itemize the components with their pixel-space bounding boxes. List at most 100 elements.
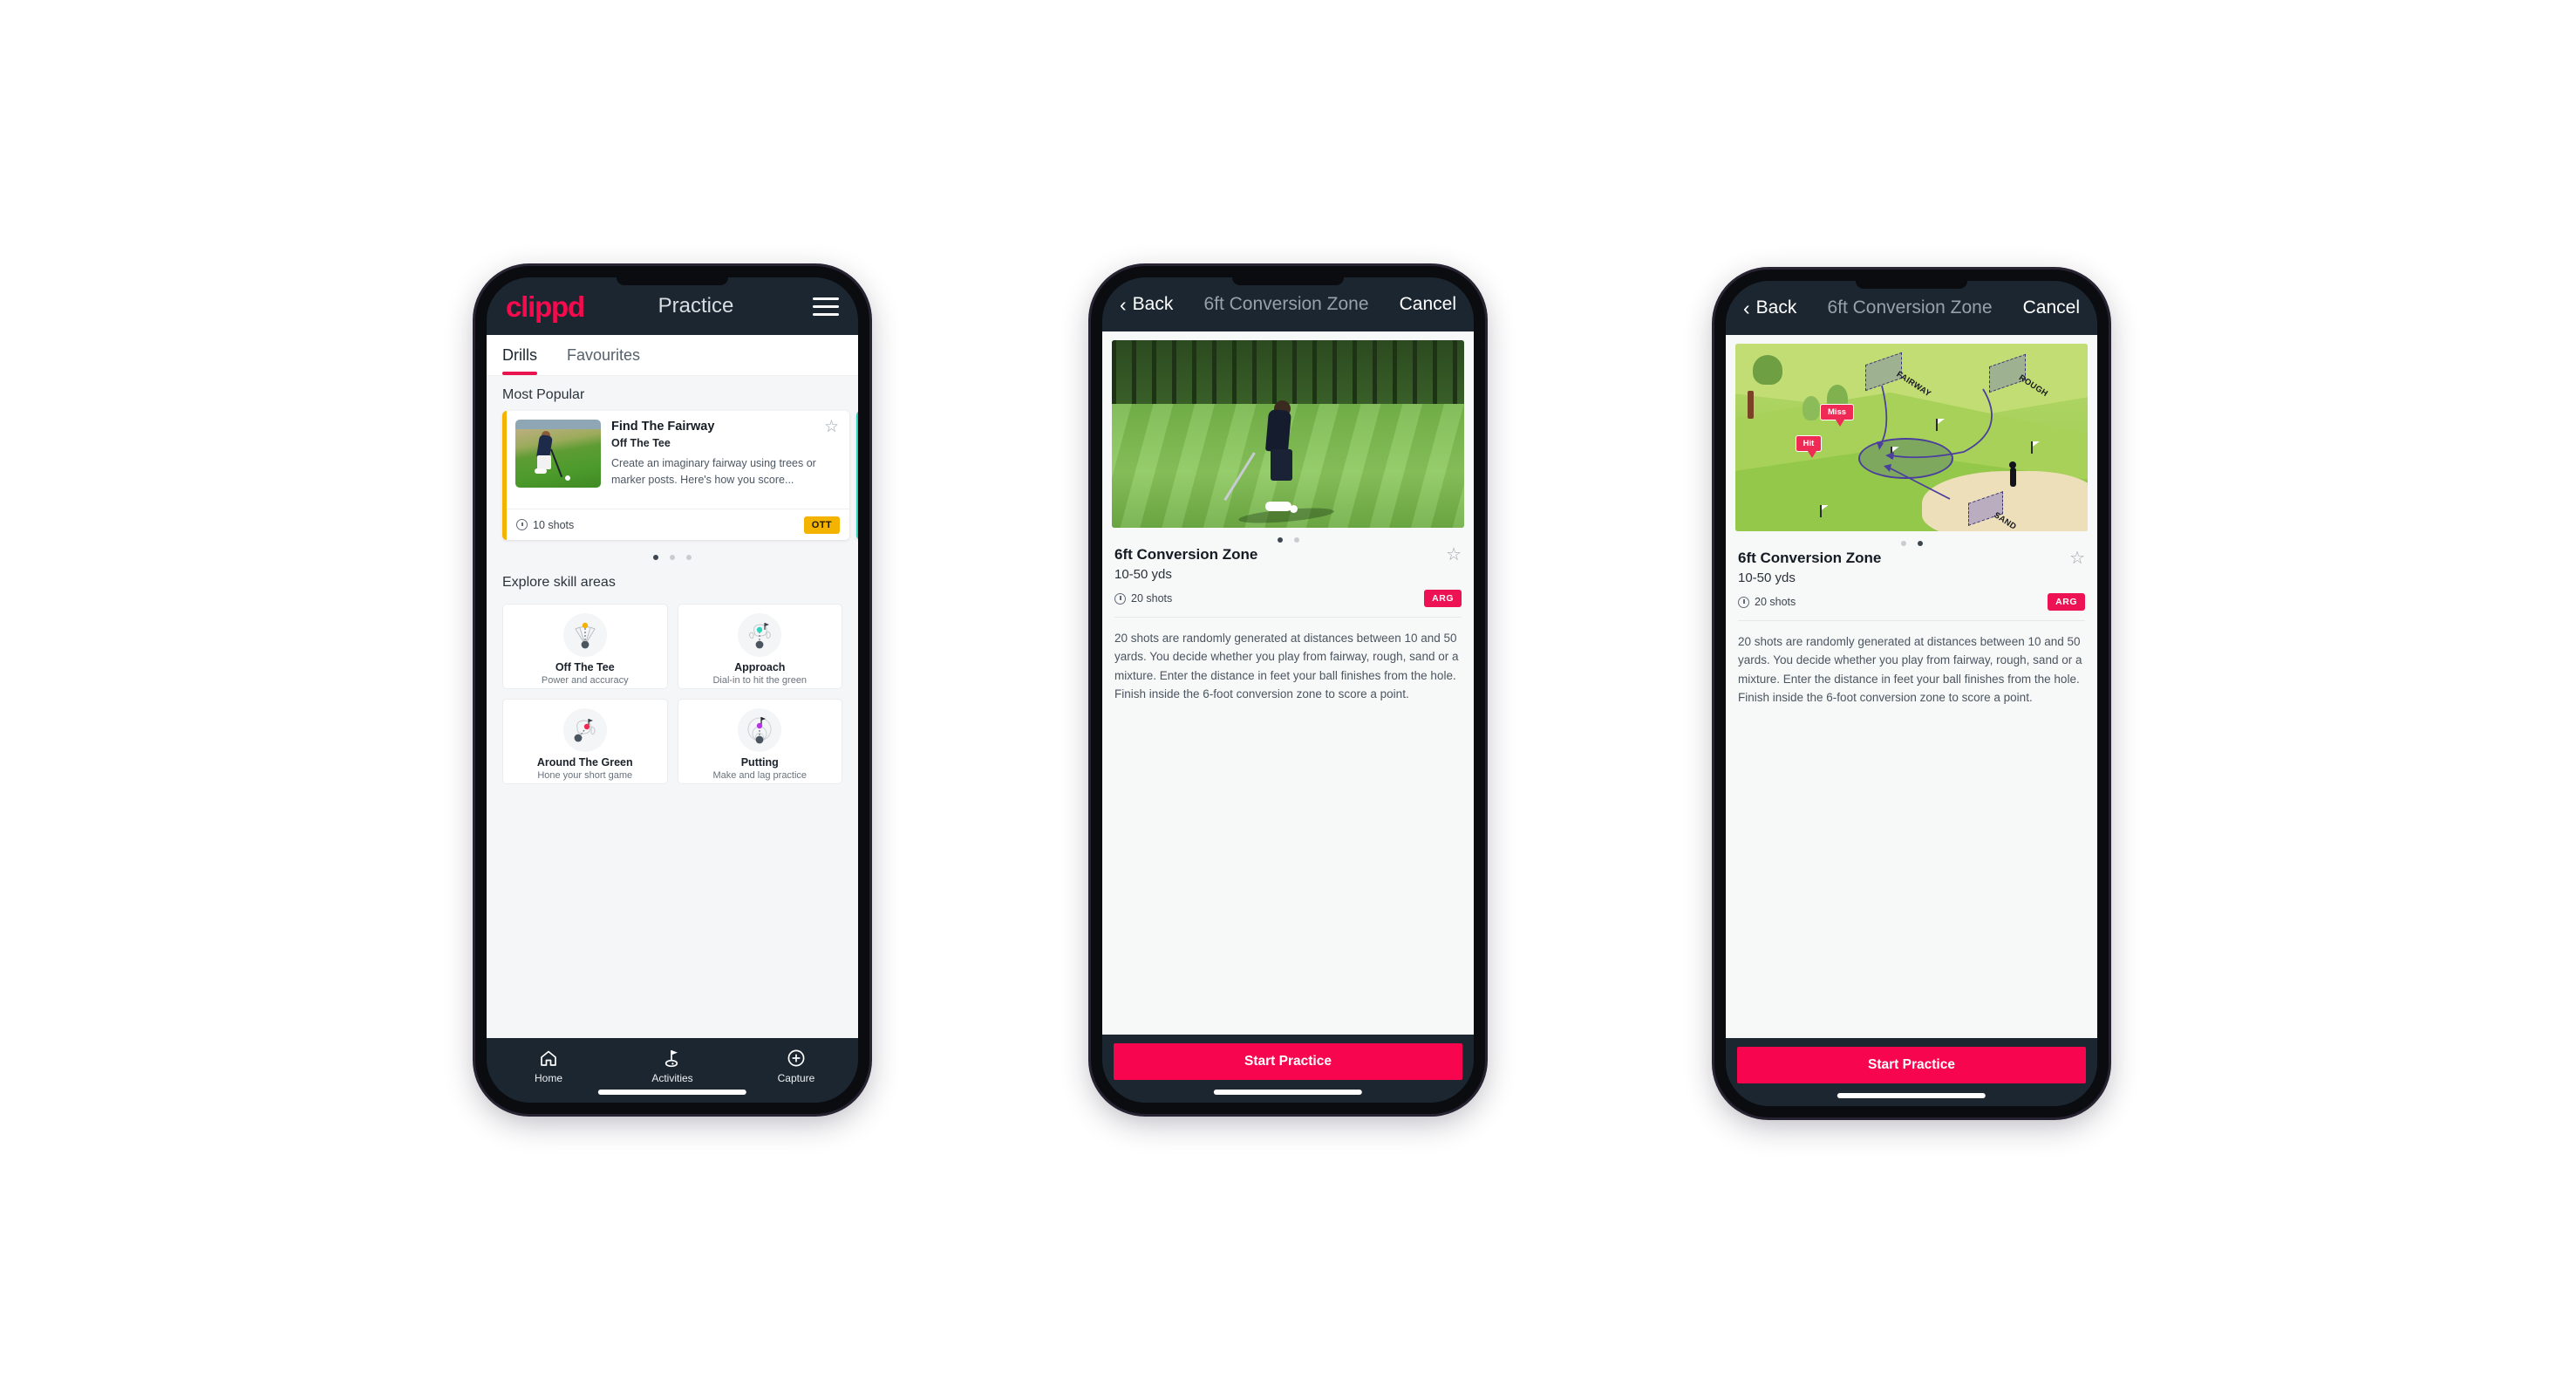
detail-header: ‹ Back 6ft Conversion Zone Cancel: [1102, 277, 1474, 331]
clippd-logo[interactable]: clippd: [506, 292, 585, 321]
drill-shots: 10 shots: [516, 519, 574, 531]
detail-title: 6ft Conversion Zone: [1203, 294, 1369, 314]
carousel-dot-3[interactable]: [686, 555, 692, 560]
skill-areas-grid: Off The Tee Power and accuracy Approach …: [487, 598, 858, 784]
tab-favourites[interactable]: Favourites: [567, 335, 654, 375]
hero-dot-1[interactable]: [1900, 541, 1906, 546]
skill-subtitle: Hone your short game: [537, 770, 633, 781]
drill-distance: 10-50 yds: [1738, 571, 1796, 585]
tab-drills[interactable]: Drills: [502, 335, 551, 375]
hamburger-icon[interactable]: [813, 297, 839, 316]
plus-circle-icon: [787, 1049, 805, 1067]
drill-shots-label: 10 shots: [533, 518, 575, 531]
drill-card-footer: 10 shots OTT: [507, 509, 849, 540]
practice-content: Most Popular ☆ Find The Fairway Off The …: [487, 376, 858, 1038]
chevron-left-icon: ‹: [1120, 292, 1127, 316]
nav-item-activities[interactable]: Activities: [610, 1048, 734, 1084]
hero-carousel[interactable]: [1102, 331, 1474, 528]
detail-title: 6ft Conversion Zone: [1827, 297, 1993, 318]
drill-name: Find The Fairway: [611, 420, 715, 434]
skill-subtitle: Dial-in to hit the green: [712, 675, 808, 686]
back-button[interactable]: ‹ Back: [1120, 294, 1173, 315]
carousel-pagination[interactable]: [487, 543, 858, 564]
skill-name: Around The Green: [536, 756, 633, 769]
section-title-explore: Explore skill areas: [502, 575, 616, 590]
nav-label-home: Home: [534, 1072, 562, 1084]
skill-card-putting[interactable]: Putting Make and lag practice: [677, 699, 842, 784]
tab-drills-label: Drills: [502, 346, 537, 364]
drill-card[interactable]: ☆ Find The Fairway Off The Tee Create an…: [502, 411, 849, 540]
tab-inactive-underline: [567, 372, 640, 375]
drill-distance: 10-50 yds: [1114, 567, 1172, 582]
star-outline-icon[interactable]: ☆: [824, 419, 839, 435]
device-notch: [617, 277, 728, 285]
drill-card-next-peek[interactable]: [856, 411, 858, 540]
start-practice-button[interactable]: Start Practice: [1114, 1043, 1462, 1080]
carousel-dot-1[interactable]: [653, 555, 658, 560]
tab-bar: Drills Favourites: [487, 335, 858, 376]
skill-card-approach[interactable]: Approach Dial-in to hit the green: [677, 604, 842, 689]
skill-subtitle: Power and accuracy: [541, 675, 629, 686]
detail-header: ‹ Back 6ft Conversion Zone Cancel: [1726, 281, 2097, 335]
status-badge: OTT: [803, 516, 840, 534]
home-indicator: [1837, 1093, 1987, 1098]
nav-label-capture: Capture: [777, 1072, 815, 1084]
carousel-dot-2[interactable]: [670, 555, 675, 560]
start-practice-button[interactable]: Start Practice: [1737, 1047, 2086, 1083]
drill-shots-label: 20 shots: [1755, 596, 1796, 608]
clock-icon: [516, 519, 528, 530]
hero-carousel[interactable]: FAIRWAY ROUGH SAND Miss Hit: [1726, 335, 2097, 531]
hero-pagination[interactable]: [1102, 528, 1474, 546]
drill-shots: 20 shots: [1738, 596, 1796, 608]
hero-dot-1[interactable]: [1277, 537, 1283, 543]
drill-title: 6ft Conversion Zone: [1114, 546, 1258, 563]
phone-1-practice-list: clippd Practice Drills Favourites Most P…: [475, 266, 869, 1114]
home-indicator: [597, 1090, 747, 1095]
shot-path-arrows: [1877, 385, 1993, 500]
cancel-button[interactable]: Cancel: [1400, 294, 1456, 315]
drill-shots: 20 shots: [1114, 592, 1172, 605]
putting-rings-icon: [738, 708, 782, 752]
phone-2-drill-detail-photo: ‹ Back 6ft Conversion Zone Cancel ☆ 6ft …: [1091, 266, 1485, 1114]
app-header: clippd Practice: [487, 277, 858, 335]
skill-name: Putting: [740, 756, 779, 769]
drill-hero-photo: [1112, 340, 1464, 528]
star-outline-icon[interactable]: ☆: [1446, 546, 1462, 564]
drill-title: 6ft Conversion Zone: [1738, 550, 1882, 566]
cancel-button[interactable]: Cancel: [2023, 297, 2080, 318]
tab-favourites-label: Favourites: [567, 346, 641, 364]
drill-detail-block: ☆ 6ft Conversion Zone 10-50 yds 20 shots…: [1726, 550, 2097, 611]
most-popular-carousel[interactable]: ☆ Find The Fairway Off The Tee Create an…: [487, 411, 858, 543]
clock-icon: [1114, 592, 1126, 605]
home-indicator: [1213, 1090, 1363, 1095]
skill-name: Approach: [734, 661, 786, 673]
drill-description: 20 shots are randomly generated at dista…: [1114, 632, 1459, 700]
hero-dot-2[interactable]: [1917, 541, 1923, 546]
back-label: Back: [1132, 294, 1174, 314]
drill-description: 20 shots are randomly generated at dista…: [1738, 635, 2082, 704]
back-label: Back: [1755, 297, 1797, 318]
skill-subtitle: Make and lag practice: [712, 770, 808, 781]
device-notch: [1232, 277, 1344, 285]
drill-category: Off The Tee: [611, 437, 671, 450]
approach-green-icon: [738, 613, 782, 657]
chevron-left-icon: ‹: [1743, 296, 1750, 319]
star-outline-icon[interactable]: ☆: [2069, 550, 2085, 567]
back-button[interactable]: ‹ Back: [1743, 297, 1796, 318]
phone-3-drill-detail-illustration: ‹ Back 6ft Conversion Zone Cancel FAIRWA…: [1714, 270, 2109, 1117]
status-badge: ARG: [1424, 590, 1462, 607]
skill-card-around-the-green[interactable]: Around The Green Hone your short game: [502, 699, 668, 784]
detail-content: ☆ 6ft Conversion Zone 10-50 yds 20 shots…: [1102, 331, 1474, 1035]
skill-card-off-the-tee[interactable]: Off The Tee Power and accuracy: [502, 604, 668, 689]
tab-active-underline: [502, 372, 537, 375]
status-badge: ARG: [2048, 593, 2085, 611]
nav-item-capture[interactable]: Capture: [734, 1048, 858, 1084]
nav-label-activities: Activities: [651, 1072, 693, 1084]
section-title-most-popular: Most Popular: [502, 387, 585, 402]
home-icon: [541, 1050, 556, 1066]
clock-icon: [1738, 596, 1749, 608]
drill-shots-label: 20 shots: [1131, 592, 1173, 605]
hero-pagination[interactable]: [1726, 531, 2097, 550]
hero-dot-2[interactable]: [1293, 537, 1299, 543]
nav-item-home[interactable]: Home: [487, 1048, 610, 1084]
